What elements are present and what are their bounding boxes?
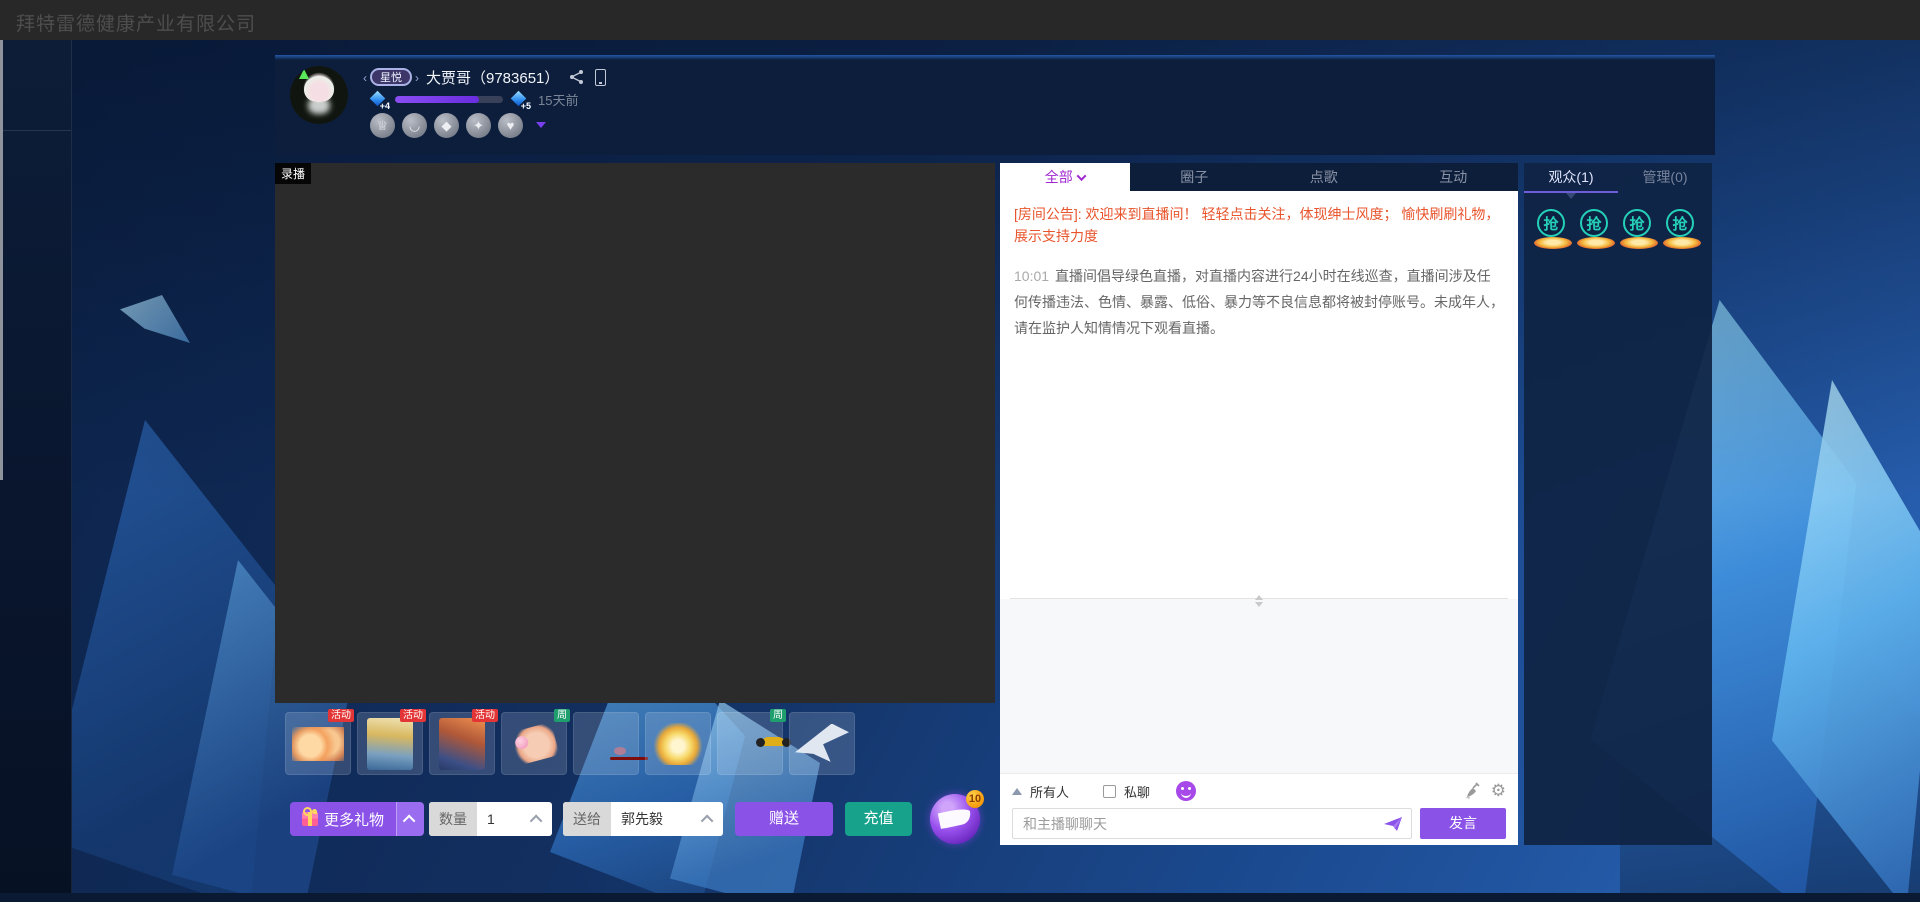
- chat-resize-handle-icon[interactable]: [1255, 591, 1263, 611]
- message-time: 10:01: [1014, 268, 1049, 284]
- gift-badge: 活动: [400, 709, 426, 722]
- fan-club-badge: 星悦: [370, 68, 412, 86]
- gift-item-cloud[interactable]: 活动: [285, 712, 351, 775]
- gift-item-sports-car[interactable]: 周: [717, 712, 783, 775]
- more-gifts-button[interactable]: 更多礼物: [290, 802, 424, 836]
- tab-song-request[interactable]: 点歌: [1259, 163, 1389, 191]
- tab-interaction[interactable]: 互动: [1389, 163, 1519, 191]
- medal-row: ♕ ◡ ◆ ✦ ♥: [370, 113, 606, 138]
- gift-item-hanfu-lady[interactable]: 活动: [357, 712, 423, 775]
- chevron-down-icon: [1076, 171, 1086, 181]
- chat-composer: 所有人 私聊 ⚙ 发言: [1000, 773, 1518, 845]
- audience-scope-label[interactable]: 所有人: [1030, 782, 1069, 801]
- gift-item-flower-hand[interactable]: 周: [501, 712, 567, 775]
- feather-count-badge: 10: [966, 790, 984, 808]
- gift-badge: 活动: [472, 709, 498, 722]
- private-chat-checkbox[interactable]: [1103, 785, 1116, 798]
- gem-medal-icon: ◆: [434, 113, 459, 138]
- gift-badge: 活动: [328, 709, 354, 722]
- window-edge: [0, 40, 3, 480]
- streamer-avatar[interactable]: [290, 66, 348, 124]
- chat-settings-icon[interactable]: ⚙: [1491, 781, 1506, 801]
- feather-icon: [938, 807, 973, 829]
- live-room-window: 拜特雷德健康产业有限公司 星悦 大贾哥（9783651） +4: [0, 0, 1920, 902]
- streamer-header: 星悦 大贾哥（9783651） +4 +5 15天前 ♕ ◡: [275, 55, 1715, 155]
- system-message: 10:01直播间倡导绿色直播，对直播内容进行24小时在线巡查，直播间涉及任何传播…: [1000, 248, 1518, 342]
- tab-all[interactable]: 全部: [1000, 163, 1130, 191]
- gift-badge: 周: [554, 709, 570, 722]
- send-plane-icon[interactable]: [1383, 816, 1403, 832]
- tab-circle[interactable]: 圈子: [1130, 163, 1260, 191]
- gift-badge: 周: [770, 709, 786, 722]
- window-title-bar: 拜特雷德健康产业有限公司: [0, 0, 1920, 40]
- trophy-medal-icon: ♕: [370, 113, 395, 138]
- grab-reward-button[interactable]: 抢: [1665, 209, 1699, 255]
- roster-panel: 观众(1) 管理(0) 抢 抢 抢 抢: [1524, 163, 1712, 845]
- heart-medal-icon: ♥: [498, 113, 523, 138]
- chat-panel: 全部 圈子 点歌 互动 [房间公告]: 欢迎来到直播间！ 轻轻点击关注，体现绅士…: [1000, 163, 1518, 845]
- window-title: 拜特雷德健康产业有限公司: [16, 9, 256, 36]
- level-diamond-right-icon: +5: [511, 92, 528, 107]
- last-live-time: 15天前: [538, 90, 578, 109]
- tab-audience[interactable]: 观众(1): [1524, 163, 1618, 191]
- expand-medals-icon[interactable]: [536, 122, 546, 133]
- feather-reward-button[interactable]: 10: [930, 794, 980, 844]
- chat-message-list[interactable]: [房间公告]: 欢迎来到直播间！ 轻轻点击关注，体现绅士风度； 愉快刷刷礼物，展…: [1000, 191, 1518, 773]
- video-player[interactable]: 录播: [275, 163, 995, 703]
- more-gifts-expand-icon[interactable]: [396, 802, 424, 836]
- tab-managers[interactable]: 管理(0): [1618, 163, 1712, 191]
- send-to-label: 送给: [563, 802, 611, 836]
- gift-quick-bar: 活动 活动 活动 周 周: [275, 712, 995, 776]
- gift-item-anime-card[interactable]: 活动: [429, 712, 495, 775]
- active-tab-underline: [1524, 191, 1618, 193]
- room-announcement: [房间公告]: 欢迎来到直播间！ 轻轻点击关注，体现绅士风度； 愉快刷刷礼物，展…: [1000, 191, 1518, 248]
- gift-item-golden-flower[interactable]: [645, 712, 711, 775]
- grab-reward-button[interactable]: 抢: [1536, 209, 1570, 255]
- collapsed-sidebar: [0, 40, 72, 902]
- collar-medal-icon: ◡: [402, 113, 427, 138]
- chevron-up-icon: [530, 814, 543, 827]
- send-to-field: 送给 郭先毅: [563, 802, 723, 836]
- level-diamond-left-icon: +4: [370, 92, 387, 107]
- quantity-select[interactable]: 1: [477, 802, 552, 836]
- grab-reward-button[interactable]: 抢: [1622, 209, 1656, 255]
- quantity-label: 数量: [429, 802, 477, 836]
- roster-tab-bar: 观众(1) 管理(0): [1524, 163, 1712, 191]
- gift-box-icon: [302, 812, 318, 826]
- chat-input-wrap: [1012, 808, 1412, 839]
- send-to-select[interactable]: 郭先毅: [611, 802, 723, 836]
- gift-item-red-lips[interactable]: [573, 712, 639, 775]
- private-chat-label: 私聊: [1124, 782, 1150, 801]
- chat-input[interactable]: [1021, 815, 1383, 833]
- compass-medal-icon: ✦: [466, 113, 491, 138]
- chat-tab-bar: 全部 圈子 点歌 互动: [1000, 163, 1518, 191]
- grab-reward-button[interactable]: 抢: [1579, 209, 1613, 255]
- emoji-icon[interactable]: [1176, 781, 1196, 801]
- bottom-edge-bar: [0, 893, 1920, 902]
- chat-lower-area: [1000, 599, 1518, 773]
- mobile-watch-icon[interactable]: [595, 69, 606, 86]
- share-icon[interactable]: [569, 69, 585, 85]
- recording-status-label: 录播: [275, 163, 311, 184]
- gift-item-airplane[interactable]: [789, 712, 855, 775]
- clear-chat-icon[interactable]: [1463, 781, 1483, 801]
- streamer-name: 大贾哥（9783651）: [426, 67, 559, 88]
- recharge-button[interactable]: 充值: [845, 802, 912, 836]
- give-gift-button[interactable]: 赠送: [735, 802, 833, 836]
- send-message-button[interactable]: 发言: [1420, 808, 1506, 839]
- collapse-icon[interactable]: [1012, 783, 1022, 795]
- level-progress-bar: [395, 96, 503, 103]
- quantity-field: 数量 1: [429, 802, 552, 836]
- grab-reward-row: 抢 抢 抢 抢: [1536, 209, 1699, 255]
- chevron-up-icon: [701, 814, 714, 827]
